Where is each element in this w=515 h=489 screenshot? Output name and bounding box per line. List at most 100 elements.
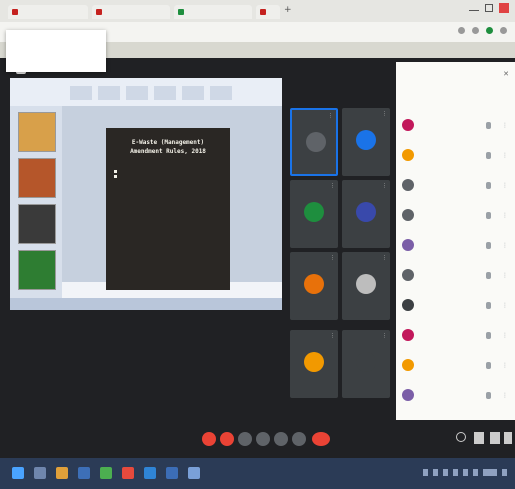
current-slide: E-Waste (Management) Amendment Rules, 20… (106, 128, 230, 290)
present-icon[interactable] (274, 432, 288, 446)
more-options-icon[interactable]: ⋮ (382, 255, 387, 261)
more-options-icon[interactable]: ⋮ (502, 302, 508, 309)
participant-tile[interactable]: ⋮ (290, 108, 338, 176)
status-bar (10, 298, 282, 310)
url-field[interactable] (100, 26, 430, 38)
mic-icon (486, 362, 491, 369)
avatar (402, 149, 414, 161)
chat-icon[interactable] (490, 432, 500, 444)
tab-favicon (260, 8, 266, 15)
participant-tile[interactable]: ⋮ (342, 252, 390, 320)
participant-row[interactable]: ⋮ (396, 384, 515, 410)
volume-icon[interactable] (453, 469, 458, 476)
more-options-icon[interactable]: ⋮ (502, 242, 508, 249)
avatar (402, 299, 414, 311)
browser-tab[interactable] (8, 5, 88, 19)
task-view-icon[interactable] (34, 467, 46, 479)
windows-start-icon[interactable] (12, 467, 24, 479)
mic-icon (486, 212, 491, 219)
participant-row[interactable]: ⋮ (396, 264, 515, 290)
mic-icon (486, 152, 491, 159)
notification-icon[interactable] (502, 469, 507, 476)
browser-tab[interactable] (256, 5, 280, 19)
mic-icon (486, 332, 491, 339)
maximize-icon[interactable] (485, 4, 493, 12)
powerpoint-icon[interactable] (122, 467, 134, 479)
more-options-icon[interactable]: ⋮ (502, 392, 508, 399)
browser-tab[interactable] (92, 5, 170, 19)
more-options-icon[interactable]: ⋮ (502, 332, 508, 339)
extension-icon[interactable] (472, 27, 479, 34)
battery-icon[interactable] (463, 469, 468, 476)
more-options-icon[interactable]: ⋮ (330, 255, 335, 261)
file-explorer-icon[interactable] (56, 467, 68, 479)
avatar (402, 329, 414, 341)
people-icon[interactable] (474, 432, 484, 444)
more-options-icon[interactable]: ⋮ (330, 183, 335, 189)
browser-toolbar-icons (458, 27, 507, 34)
participant-tile[interactable]: ⋮ (342, 180, 390, 248)
taskbar-app-icon[interactable] (78, 467, 90, 479)
taskbar-app-icon[interactable] (188, 467, 200, 479)
clock-icon[interactable] (483, 469, 497, 476)
participant-row[interactable]: ⋮ (396, 174, 515, 200)
menu-icon[interactable] (500, 27, 507, 34)
more-options-icon[interactable]: ⋮ (502, 272, 508, 279)
camera-icon[interactable] (220, 432, 234, 446)
mic-icon (486, 122, 491, 129)
tray-icon[interactable] (473, 469, 478, 476)
mic-icon (486, 392, 491, 399)
info-icon[interactable] (456, 432, 466, 442)
more-icon[interactable] (292, 432, 306, 446)
people-panel: ✕ ⋮ ⋮ ⋮ ⋮ ⋮ ⋮ ⋮ ⋮ ⋮ ⋮ (396, 62, 515, 420)
more-options-icon[interactable]: ⋮ (330, 333, 335, 339)
tray-icon[interactable] (423, 469, 428, 476)
more-options-icon[interactable]: ⋮ (502, 152, 508, 159)
more-options-icon[interactable]: ⋮ (382, 183, 387, 189)
more-options-icon[interactable]: ⋮ (328, 113, 333, 119)
chrome-icon[interactable] (100, 467, 112, 479)
more-options-icon[interactable]: ⋮ (502, 212, 508, 219)
participant-tile[interactable]: ⋮ (342, 108, 390, 176)
taskbar-app-icon[interactable] (144, 467, 156, 479)
participant-row[interactable]: ⋮ (396, 324, 515, 350)
minimize-icon[interactable] (469, 5, 479, 11)
avatar (306, 132, 326, 152)
close-icon[interactable]: ✕ (503, 70, 509, 78)
participant-tile[interactable]: ⋮ (290, 252, 338, 320)
end-call-icon[interactable] (312, 432, 330, 446)
new-tab-button[interactable]: + (284, 5, 292, 15)
raise-hand-icon[interactable] (256, 432, 270, 446)
participant-row[interactable]: ⋮ (396, 204, 515, 230)
taskbar-app-icon[interactable] (166, 467, 178, 479)
star-icon[interactable] (458, 27, 465, 34)
avatar (304, 352, 324, 372)
tray-icon[interactable] (433, 469, 438, 476)
network-icon[interactable] (443, 469, 448, 476)
mic-icon[interactable] (202, 432, 216, 446)
avatar (402, 389, 414, 401)
gmail-icon (12, 8, 18, 15)
participant-row[interactable]: ⋮ (396, 144, 515, 170)
participant-row[interactable]: ⋮ (396, 354, 515, 380)
participant-tile[interactable]: ⋮ (290, 180, 338, 248)
participant-tile[interactable]: ⋮ (342, 330, 390, 398)
more-options-icon[interactable]: ⋮ (382, 111, 387, 117)
slide-title: E-Waste (Management) Amendment Rules, 20… (106, 138, 230, 156)
profile-avatar-icon[interactable] (486, 27, 493, 34)
more-options-icon[interactable]: ⋮ (502, 362, 508, 369)
participant-tile[interactable]: ⋮ (290, 330, 338, 398)
participant-row[interactable]: ⋮ (396, 294, 515, 320)
participant-row[interactable]: ⋮ (396, 114, 515, 140)
account-popup[interactable] (6, 30, 106, 72)
captions-icon[interactable] (238, 432, 252, 446)
participant-row[interactable]: ⋮ (396, 234, 515, 260)
activities-icon[interactable] (504, 432, 512, 444)
more-options-icon[interactable]: ⋮ (502, 122, 508, 129)
avatar (304, 274, 324, 294)
more-options-icon[interactable]: ⋮ (502, 182, 508, 189)
close-window-icon[interactable] (499, 3, 509, 13)
browser-tab-active[interactable] (174, 5, 252, 19)
more-options-icon[interactable]: ⋮ (382, 333, 387, 339)
slide-thumbnail (18, 112, 56, 152)
